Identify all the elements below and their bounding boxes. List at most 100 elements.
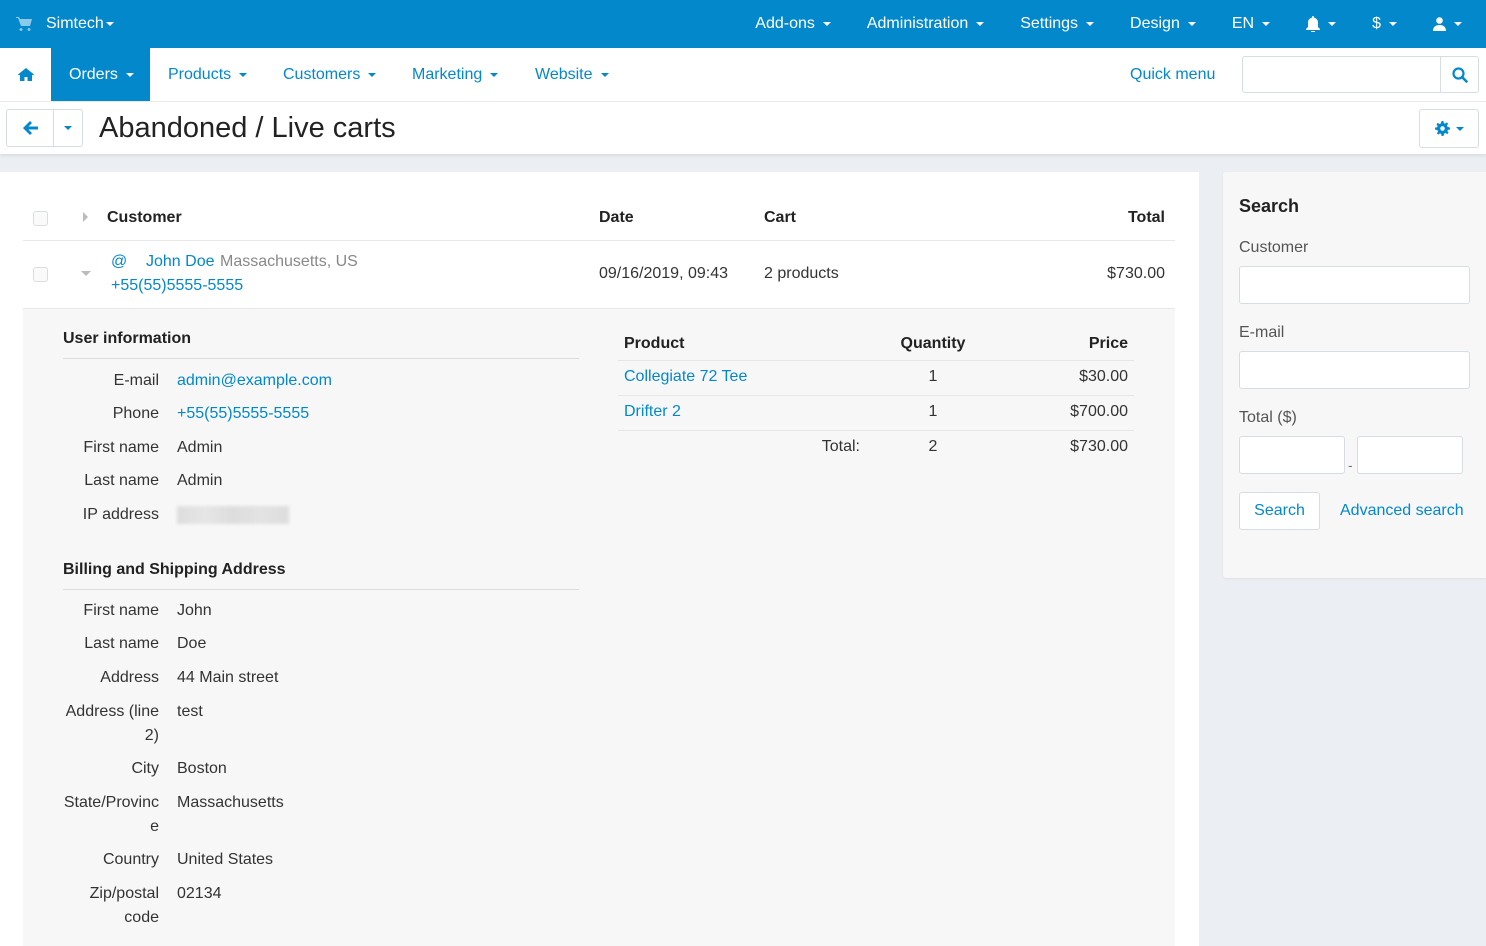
back-button-group: [6, 109, 83, 147]
total-from-input[interactable]: [1239, 436, 1345, 474]
divider: [63, 358, 579, 359]
chevron-down-icon: [1454, 22, 1462, 26]
product-link[interactable]: Drifter 2: [624, 403, 681, 421]
customer-phone-link[interactable]: +55(55)5555-5555: [111, 277, 243, 295]
nav-orders[interactable]: Orders: [51, 48, 150, 101]
nav-customers[interactable]: Customers: [283, 48, 377, 101]
global-search-input[interactable]: [1243, 57, 1440, 92]
total-to-input[interactable]: [1357, 436, 1463, 474]
field-label: E-mail: [113, 372, 159, 389]
global-search: [1242, 56, 1479, 93]
product-price: $700.00: [1070, 403, 1128, 420]
search-sidebar: Search Customer E-mail Total ($) - Searc…: [1223, 172, 1486, 578]
product-quantity: 1: [928, 403, 938, 420]
chevron-down-icon: [976, 22, 985, 26]
col-customer[interactable]: Customer: [107, 209, 182, 227]
user-email-link[interactable]: admin@example.com: [177, 369, 332, 393]
expand-all-icon[interactable]: [83, 212, 88, 222]
email-link-icon[interactable]: @: [111, 253, 127, 271]
chevron-down-icon: [1455, 126, 1464, 131]
search-title: Search: [1239, 196, 1300, 216]
products-header: Product Quantity Price: [618, 329, 1134, 361]
chevron-down-icon: [64, 126, 72, 130]
menu-notifications[interactable]: [1306, 16, 1337, 32]
address-first-name: John: [177, 602, 212, 619]
address-line2: test: [177, 703, 203, 720]
address-title: Billing and Shipping Address: [63, 561, 286, 578]
back-dropdown-button[interactable]: [54, 110, 82, 146]
home-button[interactable]: [0, 48, 51, 101]
customer-input[interactable]: [1239, 266, 1470, 304]
back-button[interactable]: [7, 110, 54, 146]
search-icon: [1451, 66, 1468, 83]
address-city: Boston: [177, 760, 227, 777]
title-bar: Abandoned / Live carts: [0, 102, 1486, 154]
chevron-down-icon: [1187, 22, 1196, 26]
table-row[interactable]: @ John Doe Massachusetts, US +55(55)5555…: [23, 241, 1175, 309]
field-label: Last name: [84, 635, 159, 652]
brand-name: Simtech: [46, 15, 104, 32]
product-link[interactable]: Collegiate 72 Tee: [624, 368, 747, 386]
quick-menu-link[interactable]: Quick menu: [1130, 48, 1215, 101]
user-last-name: Admin: [177, 472, 223, 489]
chevron-down-icon: [822, 22, 831, 26]
field-label: Country: [102, 851, 159, 868]
menu-design[interactable]: Design: [1130, 15, 1196, 33]
customer-location: Massachusetts, US: [220, 253, 358, 270]
menu-label: EN: [1231, 15, 1255, 32]
nav-website[interactable]: Website: [535, 48, 609, 101]
user-ip-address: [177, 503, 289, 527]
field-label: Zip/postal code: [89, 885, 159, 926]
field-label: Address: [100, 669, 159, 686]
user-icon: [1433, 17, 1446, 31]
customer-label: Customer: [1239, 239, 1309, 256]
products-total-row: Total: 2 $730.00: [618, 431, 1134, 466]
store-switcher[interactable]: Simtech: [16, 0, 114, 48]
address-last-name: Doe: [177, 635, 207, 652]
menu-language[interactable]: EN: [1231, 15, 1271, 33]
chevron-down-icon: [490, 72, 499, 77]
global-search-button[interactable]: [1440, 57, 1478, 92]
menu-addons[interactable]: Add-ons: [755, 15, 831, 33]
user-first-name: Admin: [177, 439, 223, 456]
gear-icon: [1434, 121, 1450, 136]
menu-label: Administration: [866, 15, 969, 32]
menu-settings[interactable]: Settings: [1020, 15, 1095, 33]
currency-icon: $: [1372, 15, 1381, 32]
chevron-down-icon: [1389, 22, 1397, 26]
collapse-icon[interactable]: [81, 271, 91, 276]
field-label: City: [131, 760, 159, 777]
nav-marketing[interactable]: Marketing: [412, 48, 499, 101]
col-total[interactable]: Total: [1128, 209, 1165, 227]
nav-products[interactable]: Products: [168, 48, 248, 101]
menu-label: Settings: [1020, 15, 1079, 32]
row-checkbox[interactable]: [33, 267, 48, 282]
user-info-title: User information: [63, 330, 192, 347]
total-price: $730.00: [1070, 438, 1128, 455]
email-input[interactable]: [1239, 351, 1470, 389]
advanced-search-link[interactable]: Advanced search: [1340, 502, 1464, 520]
settings-dropdown-button[interactable]: [1419, 109, 1479, 148]
main-nav: Orders Products Customers Marketing Webs…: [0, 48, 1486, 102]
page-title: Abandoned / Live carts: [99, 112, 396, 144]
customer-name-link[interactable]: John Doe: [146, 253, 215, 271]
search-button[interactable]: Search: [1239, 492, 1320, 530]
total-label: Total:: [821, 438, 860, 455]
select-all-checkbox[interactable]: [33, 211, 48, 226]
menu-user[interactable]: [1433, 17, 1462, 31]
cart-total: $730.00: [1107, 265, 1165, 282]
product-row: Drifter 2 1 $700.00: [618, 396, 1134, 431]
menu-administration[interactable]: Administration: [866, 15, 985, 33]
blurred-ip: [177, 505, 289, 524]
address-line1: 44 Main street: [177, 669, 279, 686]
user-phone-link[interactable]: +55(55)5555-5555: [177, 402, 309, 426]
chevron-down-icon: [1262, 22, 1271, 26]
menu-currency[interactable]: $: [1372, 15, 1397, 33]
product-quantity: 1: [928, 368, 938, 385]
product-row: Collegiate 72 Tee 1 $30.00: [618, 361, 1134, 396]
nav-label: Website: [535, 65, 593, 83]
nav-label: Marketing: [412, 65, 483, 83]
col-date[interactable]: Date: [599, 209, 634, 227]
address-country: United States: [177, 851, 274, 868]
home-icon: [17, 68, 34, 81]
